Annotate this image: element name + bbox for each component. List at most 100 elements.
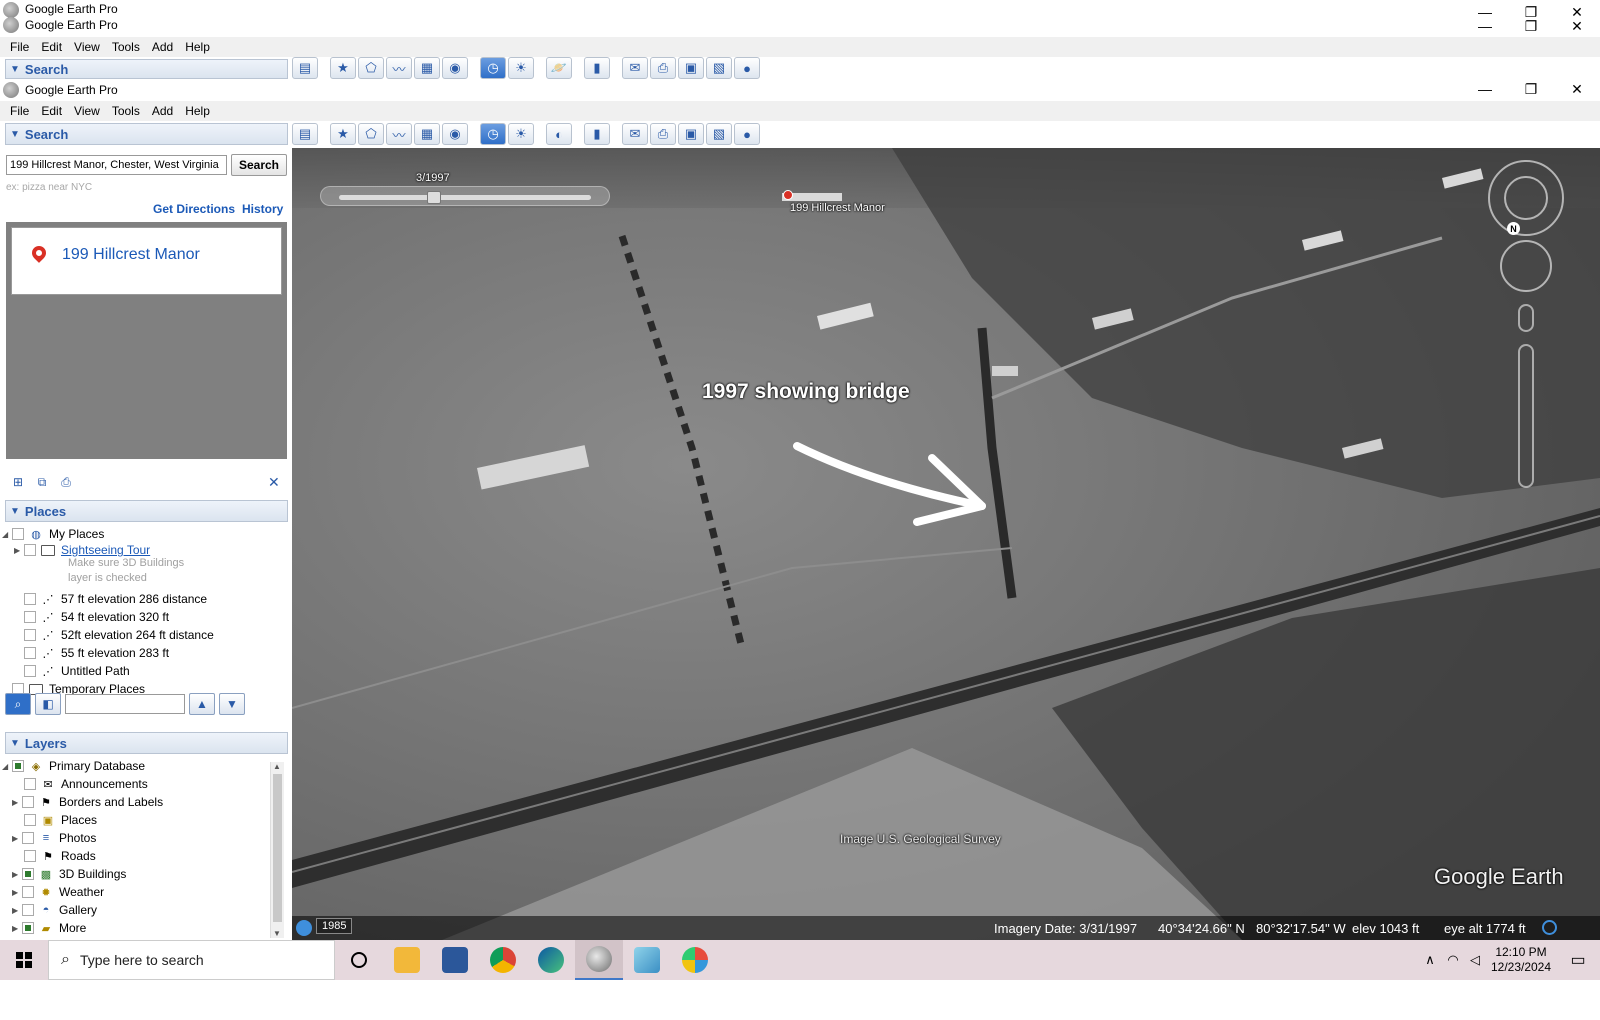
copy-icon[interactable]: ⧉ <box>34 474 50 490</box>
look-joystick[interactable] <box>1504 176 1548 220</box>
menu-help[interactable]: Help <box>185 40 210 54</box>
minimize-button[interactable]: — <box>1462 79 1508 99</box>
earth-icon[interactable]: ● <box>734 57 760 79</box>
checkbox[interactable] <box>24 629 36 641</box>
placemark-pin-icon[interactable] <box>783 190 793 200</box>
polygon-icon[interactable]: ⬠ <box>358 57 384 79</box>
save-image-icon[interactable]: ▣ <box>678 123 704 145</box>
checkbox[interactable] <box>24 778 36 790</box>
layer-places[interactable]: ▣ Places <box>24 811 97 829</box>
restore-button[interactable]: ❐ <box>1508 79 1554 99</box>
menu-file[interactable]: File <box>10 104 29 118</box>
checkbox[interactable] <box>24 647 36 659</box>
time-slider-knob[interactable] <box>427 191 441 204</box>
taskbar-app-blue[interactable] <box>623 940 671 980</box>
layer-announcements[interactable]: ✉ Announcements <box>24 775 148 793</box>
historical-imagery-icon[interactable] <box>296 920 312 936</box>
move-up-icon[interactable]: ▲ <box>189 693 215 715</box>
get-directions-link[interactable]: Get Directions <box>153 202 235 216</box>
expand-arrow-icon[interactable]: ▶ <box>12 888 22 897</box>
planet-icon[interactable]: 🪐 <box>546 57 572 79</box>
checkbox[interactable] <box>22 868 34 880</box>
historical-imagery-icon[interactable]: ◷ <box>480 57 506 79</box>
email-icon[interactable]: ✉ <box>622 123 648 145</box>
background-search-header[interactable]: ▼ Search <box>5 59 288 79</box>
taskbar-file-explorer[interactable] <box>383 940 431 980</box>
checkbox[interactable] <box>24 665 36 677</box>
taskbar-edge[interactable] <box>527 940 575 980</box>
sidebar-toggle-icon[interactable]: ▤ <box>292 123 318 145</box>
menu-edit[interactable]: Edit <box>41 104 62 118</box>
menu-help[interactable]: Help <box>185 104 210 118</box>
image-overlay-icon[interactable]: ▦ <box>414 123 440 145</box>
clear-search-icon[interactable]: ✕ <box>268 474 280 491</box>
history-year-badge[interactable]: 1985 <box>316 918 353 934</box>
expand-arrow-icon[interactable]: ▶ <box>12 906 22 915</box>
print-icon[interactable]: ⎙ <box>650 57 676 79</box>
save-image-icon[interactable]: ▣ <box>678 57 704 79</box>
path-icon[interactable]: 〰 <box>386 57 412 79</box>
checkbox[interactable] <box>22 886 34 898</box>
email-icon[interactable]: ✉ <box>622 57 648 79</box>
move-down-icon[interactable]: ▼ <box>219 693 245 715</box>
tree-item-untitled-path[interactable]: ⋰ Untitled Path <box>24 662 130 680</box>
checkbox[interactable] <box>24 814 36 826</box>
historical-time-slider[interactable] <box>320 186 610 206</box>
search-result-card[interactable]: 199 Hillcrest Manor <box>11 227 282 295</box>
tree-item-path[interactable]: ⋰ 55 ft elevation 283 ft <box>24 644 169 662</box>
layer-weather[interactable]: ▶ ✹ Weather <box>12 883 104 901</box>
expand-arrow-icon[interactable]: ◢ <box>2 762 12 771</box>
menu-tools[interactable]: Tools <box>112 104 140 118</box>
places-filter-input[interactable] <box>65 694 185 714</box>
expand-arrow-icon[interactable]: ▶ <box>12 798 22 807</box>
placemark-icon[interactable]: ★ <box>330 123 356 145</box>
move-joystick[interactable] <box>1500 240 1552 292</box>
notifications-icon[interactable]: ▭ <box>1556 950 1600 970</box>
zoom-slider[interactable] <box>1518 344 1534 488</box>
taskbar-paint[interactable] <box>671 940 719 980</box>
maps-icon[interactable]: ▧ <box>706 57 732 79</box>
taskbar-search-box[interactable]: ⌕ Type here to search <box>48 940 335 980</box>
menu-add[interactable]: Add <box>152 104 173 118</box>
map-view-3d[interactable]: 3/1997 199 Hillcrest Manor 1997 showing … <box>292 148 1600 940</box>
history-link[interactable]: History <box>242 202 283 216</box>
wifi-icon[interactable]: ◠ <box>1442 952 1464 968</box>
search-places-icon[interactable]: ⌕ <box>5 693 31 715</box>
maps-icon[interactable]: ▧ <box>706 123 732 145</box>
planet-icon[interactable]: ◐ <box>546 123 572 145</box>
record-tour-icon[interactable]: ◉ <box>442 123 468 145</box>
close-button[interactable]: ✕ <box>1554 79 1600 99</box>
tree-item-path[interactable]: ⋰ 52ft elevation 264 ft distance <box>24 626 214 644</box>
sidebar-toggle-icon[interactable]: ▤ <box>292 57 318 79</box>
expand-arrow-icon[interactable]: ◢ <box>2 530 12 539</box>
scroll-up-icon[interactable]: ▲ <box>273 762 281 771</box>
show-hidden-icons-icon[interactable]: ∧ <box>1418 952 1442 968</box>
minimize-button[interactable]: — <box>1462 16 1508 36</box>
checkbox[interactable] <box>12 528 24 540</box>
checkbox[interactable] <box>24 593 36 605</box>
layers-panel-header[interactable]: ▼ Layers <box>5 732 288 754</box>
search-panel-header[interactable]: ▼ Search <box>5 123 288 145</box>
ruler-icon[interactable]: ▮ <box>584 123 610 145</box>
tree-item-path[interactable]: ⋰ 57 ft elevation 286 distance <box>24 590 207 608</box>
search-input[interactable]: 199 Hillcrest Manor, Chester, West Virgi… <box>6 155 227 175</box>
menu-view[interactable]: View <box>74 40 100 54</box>
street-view-pegman-icon[interactable] <box>1518 304 1534 332</box>
menu-file[interactable]: File <box>10 40 29 54</box>
expand-arrow-icon[interactable]: ▶ <box>14 546 24 555</box>
taskbar-google-earth[interactable] <box>575 940 623 980</box>
close-button[interactable]: ✕ <box>1554 16 1600 36</box>
layer-photos[interactable]: ▶ ≡ Photos <box>12 829 96 847</box>
layer-borders-and-labels[interactable]: ▶ ⚑ Borders and Labels <box>12 793 163 811</box>
menu-add[interactable]: Add <box>152 40 173 54</box>
path-icon[interactable]: 〰 <box>386 123 412 145</box>
earth-icon[interactable]: ● <box>734 123 760 145</box>
checkbox[interactable] <box>12 760 24 772</box>
scroll-down-icon[interactable]: ▼ <box>273 929 281 938</box>
layer-gallery[interactable]: ▶ ◓ Gallery <box>12 901 97 919</box>
layer-primary-database[interactable]: ◢ ◈ Primary Database <box>2 757 145 775</box>
view-mode-icon[interactable]: ◧ <box>35 693 61 715</box>
task-view-button[interactable] <box>335 940 383 980</box>
expand-arrow-icon[interactable]: ▶ <box>12 834 22 843</box>
search-result-name[interactable]: 199 Hillcrest Manor <box>62 246 200 264</box>
